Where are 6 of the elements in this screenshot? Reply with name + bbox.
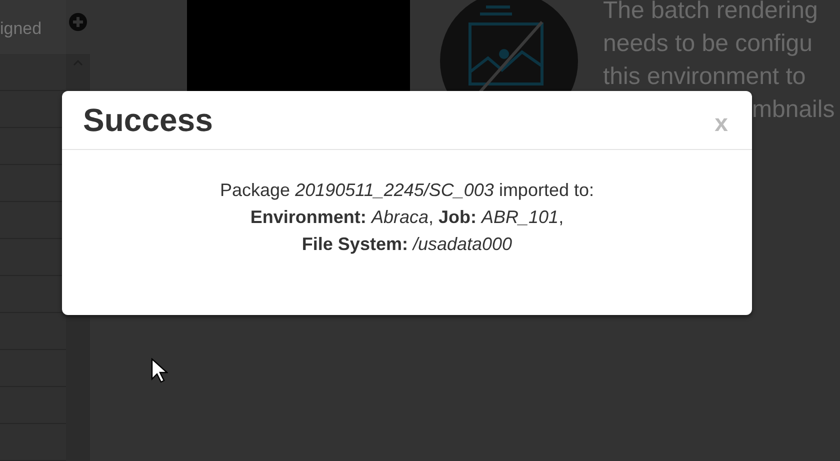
close-button[interactable]: x xyxy=(712,110,730,138)
column-header: igned xyxy=(0,18,43,40)
dialog-title: Success xyxy=(83,102,213,138)
add-icon[interactable] xyxy=(69,13,87,31)
message-text: Package 20190511_2245/SC_003 imported to: Environment: Abraca, Job: ABR_101, File System: /usadata000 xyxy=(219,179,595,256)
cursor-icon xyxy=(150,358,168,384)
